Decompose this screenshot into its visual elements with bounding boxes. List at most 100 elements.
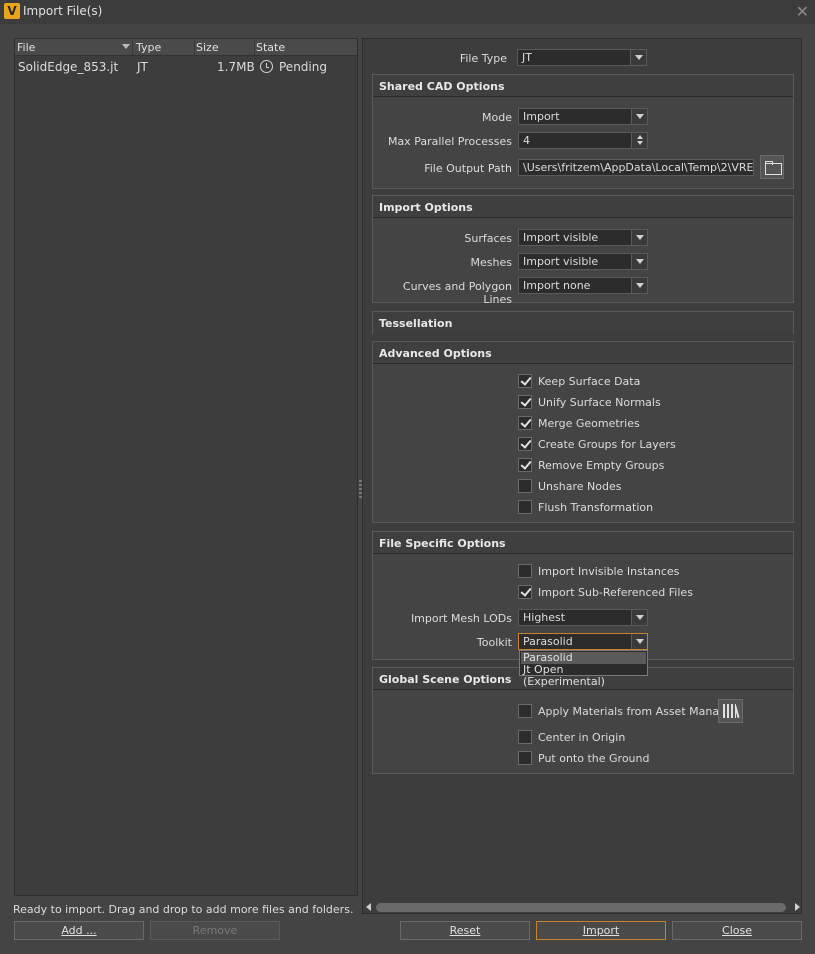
group-header[interactable]: File Specific Options [373, 532, 793, 554]
file-type: JT [137, 60, 148, 74]
remove-empty-groups-checkbox[interactable] [518, 458, 532, 472]
chevron-down-icon[interactable] [631, 254, 647, 269]
mesh-lods-value: Highest [523, 611, 566, 624]
apply-materials-checkbox[interactable] [518, 704, 532, 718]
import-sub-referenced-files-checkbox[interactable] [518, 585, 532, 599]
checkbox-label: Apply Materials from Asset Manager [538, 705, 738, 718]
chevron-down-icon[interactable] [631, 230, 647, 245]
scroll-left-icon[interactable] [366, 903, 371, 911]
close-button-label: Close [722, 924, 752, 937]
status-message: Ready to import. Drag and drop to add mo… [13, 903, 354, 916]
group-title: Shared CAD Options [379, 80, 505, 93]
file-type-select[interactable]: JT [517, 49, 647, 66]
unshare-nodes-checkbox[interactable] [518, 479, 532, 493]
column-header-file[interactable]: File [17, 41, 35, 54]
toolkit-label: Toolkit [476, 636, 512, 649]
file-list-panel[interactable]: File Type Size State SolidEdge_853.jt JT… [14, 38, 358, 896]
mode-label: Mode [482, 111, 512, 124]
max-parallel-label: Max Parallel Processes [387, 135, 512, 148]
meshes-value: Import visible [523, 255, 599, 268]
clock-icon [260, 60, 273, 73]
column-divider[interactable] [194, 40, 195, 55]
reset-button[interactable]: Reset [400, 921, 530, 940]
chevron-down-icon[interactable] [630, 50, 646, 65]
toolkit-value: Parasolid [523, 635, 573, 648]
file-size: 1.7MB [217, 60, 255, 74]
curves-label: Curves and Polygon Lines [402, 280, 512, 306]
toolkit-dropdown-list[interactable]: Parasolid Jt Open (Experimental) [519, 650, 648, 688]
chevron-down-icon[interactable] [631, 278, 647, 293]
checkbox-label: Import Sub-Referenced Files [538, 586, 693, 599]
output-path-field[interactable]: \Users\fritzem\AppData\Local\Temp\2\VRED… [518, 159, 754, 176]
mode-select[interactable]: Import [518, 108, 648, 125]
tessellation-group[interactable]: Tessellation [372, 311, 794, 334]
window-title: Import File(s) [23, 4, 103, 18]
spin-arrows-icon[interactable] [631, 133, 647, 148]
surfaces-value: Import visible [523, 231, 599, 244]
add-button[interactable]: Add ... [14, 921, 144, 940]
scroll-right-icon[interactable] [795, 903, 800, 911]
group-header[interactable]: Advanced Options [373, 342, 793, 364]
group-header[interactable]: Tessellation [373, 312, 793, 334]
import-invisible-instances-checkbox[interactable] [518, 564, 532, 578]
close-window-icon[interactable]: ✕ [796, 2, 809, 21]
file-name: SolidEdge_853.jt [18, 60, 119, 74]
chevron-down-icon[interactable] [631, 634, 647, 649]
column-divider[interactable] [132, 40, 133, 55]
group-header[interactable]: Shared CAD Options [373, 75, 793, 97]
column-divider[interactable] [254, 40, 255, 55]
checkbox-label: Unshare Nodes [538, 480, 622, 493]
mesh-lods-select[interactable]: Highest [518, 609, 648, 626]
checkbox-label: Put onto the Ground [538, 752, 650, 765]
open-folder-icon[interactable] [760, 155, 784, 179]
surfaces-label: Surfaces [464, 232, 512, 245]
surfaces-select[interactable]: Import visible [518, 229, 648, 246]
max-parallel-spinbox[interactable]: 4 [518, 132, 648, 149]
group-header[interactable]: Import Options [373, 196, 793, 218]
title-bar [0, 0, 815, 24]
add-button-label: Add ... [61, 924, 97, 937]
file-state: Pending [279, 60, 327, 74]
max-parallel-value: 4 [523, 134, 530, 147]
center-in-origin-checkbox[interactable] [518, 730, 532, 744]
column-header-size[interactable]: Size [196, 41, 219, 54]
output-path-value: \Users\fritzem\AppData\Local\Temp\2\VRED… [523, 161, 754, 174]
unify-surface-normals-checkbox[interactable] [518, 395, 532, 409]
meshes-label: Meshes [470, 256, 512, 269]
keep-surface-data-checkbox[interactable] [518, 374, 532, 388]
merge-geometries-checkbox[interactable] [518, 416, 532, 430]
chevron-down-icon[interactable] [631, 610, 647, 625]
file-type-label: File Type [459, 52, 507, 65]
mesh-lods-label: Import Mesh LODs [410, 612, 512, 625]
column-header-type[interactable]: Type [136, 41, 161, 54]
meshes-select[interactable]: Import visible [518, 253, 648, 270]
column-header-state[interactable]: State [256, 41, 285, 54]
horizontal-scrollbar[interactable] [366, 900, 800, 914]
file-table-header: File Type Size State [15, 39, 357, 56]
table-row[interactable]: SolidEdge_853.jt JT 1.7MB Pending [15, 56, 357, 76]
import-button[interactable]: Import [536, 921, 666, 940]
app-logo-icon: V [4, 3, 20, 19]
reset-button-label: Reset [449, 924, 481, 937]
group-title: Import Options [379, 201, 473, 214]
asset-library-icon[interactable] [718, 699, 743, 723]
group-title: File Specific Options [379, 537, 506, 550]
flush-transformation-checkbox[interactable] [518, 500, 532, 514]
remove-button: Remove [150, 921, 280, 940]
scrollbar-thumb[interactable] [376, 903, 786, 912]
group-title: Advanced Options [379, 347, 492, 360]
group-title: Global Scene Options [379, 673, 512, 686]
output-path-label: File Output Path [424, 162, 512, 175]
curves-value: Import none [523, 279, 591, 292]
advanced-options-group: Advanced Options [372, 341, 794, 523]
toolkit-option-jt-open[interactable]: Jt Open (Experimental) [521, 664, 646, 688]
close-button[interactable]: Close [672, 921, 802, 940]
put-onto-ground-checkbox[interactable] [518, 751, 532, 765]
checkbox-label: Remove Empty Groups [538, 459, 665, 472]
import-button-label: Import [582, 924, 620, 937]
create-groups-for-layers-checkbox[interactable] [518, 437, 532, 451]
group-title: Tessellation [379, 317, 453, 330]
chevron-down-icon[interactable] [631, 109, 647, 124]
toolkit-select[interactable]: Parasolid [518, 633, 648, 650]
curves-select[interactable]: Import none [518, 277, 648, 294]
